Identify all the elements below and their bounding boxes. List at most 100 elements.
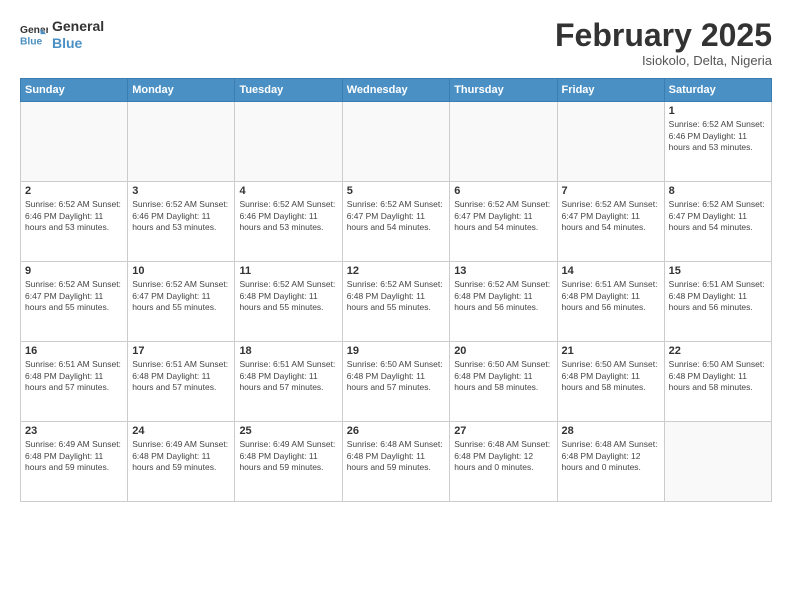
day-number: 23 xyxy=(25,425,123,437)
day-info: Sunrise: 6:48 AM Sunset: 6:48 PM Dayligh… xyxy=(347,439,445,473)
day-number: 18 xyxy=(239,345,337,357)
calendar-cell: 14Sunrise: 6:51 AM Sunset: 6:48 PM Dayli… xyxy=(557,262,664,342)
calendar-cell: 8Sunrise: 6:52 AM Sunset: 6:47 PM Daylig… xyxy=(664,182,771,262)
calendar-cell: 12Sunrise: 6:52 AM Sunset: 6:48 PM Dayli… xyxy=(342,262,449,342)
calendar: SundayMondayTuesdayWednesdayThursdayFrid… xyxy=(20,78,772,502)
calendar-cell: 15 Sunrise: 6:51 AM Sunset: 6:48 PM Dayli… xyxy=(664,262,771,342)
weekday-header: Tuesday xyxy=(235,79,342,102)
day-info: Sunrise: 6:52 AM Sunset: 6:46 PM Dayligh… xyxy=(25,199,123,233)
weekday-header: Wednesday xyxy=(342,79,449,102)
day-info: Sunrise: 6:51 AM Sunset: 6:48 PM Dayligh… xyxy=(239,359,337,393)
month-title: February 2025 xyxy=(555,18,772,53)
calendar-cell: 19Sunrise: 6:50 AM Sunset: 6:48 PM Dayli… xyxy=(342,342,449,422)
calendar-cell: 20Sunrise: 6:50 AM Sunset: 6:48 PM Dayli… xyxy=(450,342,557,422)
day-number: 13 xyxy=(454,265,552,277)
day-number: 14 xyxy=(562,265,660,277)
day-number: 10 xyxy=(132,265,230,277)
calendar-cell: 1 Sunrise: 6:52 AM Sunset: 6:46 PM Daylig… xyxy=(664,102,771,182)
day-number: 21 xyxy=(562,345,660,357)
calendar-week-row: 9 Sunrise: 6:52 AM Sunset: 6:47 PM Daylig… xyxy=(21,262,772,342)
day-info: Sunrise: 6:49 AM Sunset: 6:48 PM Dayligh… xyxy=(239,439,337,473)
calendar-cell: 7 Sunrise: 6:52 AM Sunset: 6:47 PM Daylig… xyxy=(557,182,664,262)
day-info: Sunrise: 6:52 AM Sunset: 6:47 PM Dayligh… xyxy=(562,199,660,233)
calendar-cell: 9 Sunrise: 6:52 AM Sunset: 6:47 PM Daylig… xyxy=(21,262,128,342)
day-info: Sunrise: 6:50 AM Sunset: 6:48 PM Dayligh… xyxy=(562,359,660,393)
calendar-cell xyxy=(664,422,771,502)
day-number: 5 xyxy=(347,185,445,197)
weekday-header: Thursday xyxy=(450,79,557,102)
day-number: 4 xyxy=(239,185,337,197)
calendar-cell: 22 Sunrise: 6:50 AM Sunset: 6:48 PM Dayli… xyxy=(664,342,771,422)
calendar-cell: 13 Sunrise: 6:52 AM Sunset: 6:48 PM Dayli… xyxy=(450,262,557,342)
day-info: Sunrise: 6:52 AM Sunset: 6:47 PM Dayligh… xyxy=(132,279,230,313)
day-info: Sunrise: 6:52 AM Sunset: 6:47 PM Dayligh… xyxy=(25,279,123,313)
day-info: Sunrise: 6:52 AM Sunset: 6:47 PM Dayligh… xyxy=(347,199,445,233)
day-number: 24 xyxy=(132,425,230,437)
day-number: 1 xyxy=(669,105,767,117)
calendar-cell: 10 Sunrise: 6:52 AM Sunset: 6:47 PM Dayli… xyxy=(128,262,235,342)
header: General Blue General Blue February 2025 … xyxy=(20,18,772,68)
day-info: Sunrise: 6:48 AM Sunset: 6:48 PM Dayligh… xyxy=(454,439,552,473)
day-number: 15 xyxy=(669,265,767,277)
svg-text:General: General xyxy=(20,25,48,36)
calendar-cell xyxy=(235,102,342,182)
day-number: 11 xyxy=(239,265,337,277)
day-number: 25 xyxy=(239,425,337,437)
calendar-cell: 2Sunrise: 6:52 AM Sunset: 6:46 PM Daylig… xyxy=(21,182,128,262)
calendar-cell xyxy=(342,102,449,182)
weekday-header: Friday xyxy=(557,79,664,102)
location: Isiokolo, Delta, Nigeria xyxy=(555,53,772,68)
calendar-cell: 18 Sunrise: 6:51 AM Sunset: 6:48 PM Dayli… xyxy=(235,342,342,422)
day-number: 28 xyxy=(562,425,660,437)
logo-general: General xyxy=(52,18,104,34)
day-info: Sunrise: 6:49 AM Sunset: 6:48 PM Dayligh… xyxy=(132,439,230,473)
day-info: Sunrise: 6:51 AM Sunset: 6:48 PM Dayligh… xyxy=(132,359,230,393)
day-info: Sunrise: 6:51 AM Sunset: 6:48 PM Dayligh… xyxy=(669,279,767,313)
calendar-cell xyxy=(21,102,128,182)
weekday-header: Monday xyxy=(128,79,235,102)
calendar-cell: 24 Sunrise: 6:49 AM Sunset: 6:48 PM Dayli… xyxy=(128,422,235,502)
weekday-header: Sunday xyxy=(21,79,128,102)
day-info: Sunrise: 6:52 AM Sunset: 6:48 PM Dayligh… xyxy=(239,279,337,313)
day-number: 22 xyxy=(669,345,767,357)
day-info: Sunrise: 6:52 AM Sunset: 6:48 PM Dayligh… xyxy=(347,279,445,313)
day-number: 26 xyxy=(347,425,445,437)
day-number: 19 xyxy=(347,345,445,357)
page: General Blue General Blue February 2025 … xyxy=(0,0,792,612)
svg-text:Blue: Blue xyxy=(20,36,43,47)
day-info: Sunrise: 6:52 AM Sunset: 6:46 PM Dayligh… xyxy=(239,199,337,233)
day-info: Sunrise: 6:50 AM Sunset: 6:48 PM Dayligh… xyxy=(454,359,552,393)
calendar-cell: 3 Sunrise: 6:52 AM Sunset: 6:46 PM Daylig… xyxy=(128,182,235,262)
weekday-header: Saturday xyxy=(664,79,771,102)
day-info: Sunrise: 6:52 AM Sunset: 6:47 PM Dayligh… xyxy=(669,199,767,233)
day-info: Sunrise: 6:52 AM Sunset: 6:46 PM Dayligh… xyxy=(669,119,767,153)
calendar-cell: 28 Sunrise: 6:48 AM Sunset: 6:48 PM Dayli… xyxy=(557,422,664,502)
calendar-week-row: 1 Sunrise: 6:52 AM Sunset: 6:46 PM Daylig… xyxy=(21,102,772,182)
logo-icon: General Blue xyxy=(20,21,48,49)
day-number: 7 xyxy=(562,185,660,197)
calendar-cell: 25 Sunrise: 6:49 AM Sunset: 6:48 PM Dayli… xyxy=(235,422,342,502)
day-info: Sunrise: 6:49 AM Sunset: 6:48 PM Dayligh… xyxy=(25,439,123,473)
day-number: 16 xyxy=(25,345,123,357)
day-info: Sunrise: 6:51 AM Sunset: 6:48 PM Dayligh… xyxy=(25,359,123,393)
calendar-cell xyxy=(557,102,664,182)
calendar-cell: 5 Sunrise: 6:52 AM Sunset: 6:47 PM Daylig… xyxy=(342,182,449,262)
calendar-week-row: 23 Sunrise: 6:49 AM Sunset: 6:48 PM Dayli… xyxy=(21,422,772,502)
day-info: Sunrise: 6:52 AM Sunset: 6:47 PM Dayligh… xyxy=(454,199,552,233)
day-number: 27 xyxy=(454,425,552,437)
day-number: 9 xyxy=(25,265,123,277)
day-info: Sunrise: 6:50 AM Sunset: 6:48 PM Dayligh… xyxy=(669,359,767,393)
title-block: February 2025 Isiokolo, Delta, Nigeria xyxy=(555,18,772,68)
calendar-week-row: 16 Sunrise: 6:51 AM Sunset: 6:48 PM Dayli… xyxy=(21,342,772,422)
day-info: Sunrise: 6:52 AM Sunset: 6:46 PM Dayligh… xyxy=(132,199,230,233)
day-number: 3 xyxy=(132,185,230,197)
day-info: Sunrise: 6:52 AM Sunset: 6:48 PM Dayligh… xyxy=(454,279,552,313)
day-number: 17 xyxy=(132,345,230,357)
logo-blue: Blue xyxy=(52,35,82,51)
calendar-cell xyxy=(450,102,557,182)
calendar-cell xyxy=(128,102,235,182)
day-info: Sunrise: 6:48 AM Sunset: 6:48 PM Dayligh… xyxy=(562,439,660,473)
day-number: 6 xyxy=(454,185,552,197)
logo: General Blue General Blue xyxy=(20,18,104,52)
calendar-cell: 16 Sunrise: 6:51 AM Sunset: 6:48 PM Dayli… xyxy=(21,342,128,422)
